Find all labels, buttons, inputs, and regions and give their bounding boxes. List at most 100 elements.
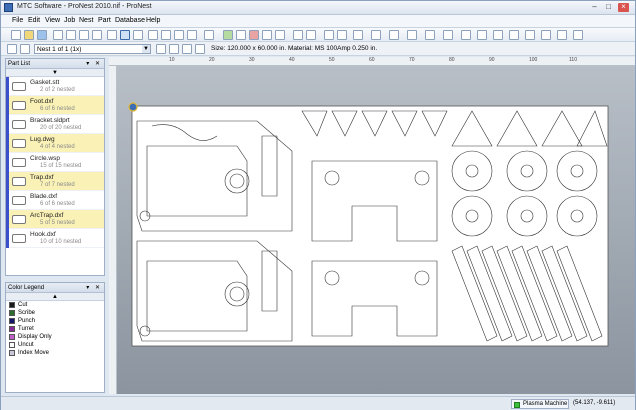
menu-view[interactable]: View [45, 17, 60, 24]
nest-view-icon[interactable] [120, 30, 130, 40]
tool-w-icon[interactable] [557, 30, 567, 40]
menu-database[interactable]: Database [115, 17, 145, 24]
panel-controls-icon[interactable]: ▾ ✕ [86, 283, 102, 293]
part-status-bar [6, 172, 9, 191]
cursor-coordinates: (54.137, -9.611) [573, 400, 616, 406]
menu-edit[interactable]: Edit [28, 17, 40, 24]
prev-nest-icon[interactable] [7, 44, 17, 54]
open-icon[interactable] [24, 30, 34, 40]
save-icon[interactable] [37, 30, 47, 40]
part-list-item[interactable]: Bracket.sldprt 20 of 20 nested [6, 115, 104, 134]
tool-u-icon[interactable] [525, 30, 535, 40]
part-status-bar [6, 77, 9, 96]
part-thumbnail-icon [12, 215, 26, 224]
zoom-extents-icon[interactable] [187, 30, 197, 40]
print-icon[interactable] [53, 30, 63, 40]
legend-item: Turret [6, 325, 104, 333]
part-nested-count: 20 of 20 nested [40, 125, 82, 131]
tool-x-icon[interactable] [573, 30, 583, 40]
menu-help[interactable]: Help [146, 17, 160, 24]
nest-tool-b-icon[interactable] [169, 44, 179, 54]
ruler-tick-label: 20 [209, 57, 215, 63]
vertical-ruler [109, 66, 117, 394]
tool-c-icon[interactable] [236, 30, 246, 40]
tool-j-icon[interactable] [337, 30, 347, 40]
legend-label: Index Move [18, 350, 50, 356]
menu-part[interactable]: Part [98, 17, 111, 24]
tool-t-icon[interactable] [509, 30, 519, 40]
part-list-item[interactable]: Trap.dxf 7 of 7 nested [6, 172, 104, 191]
tool-l-icon[interactable] [371, 30, 381, 40]
part-nested-count: 6 of 6 nested [40, 106, 75, 112]
part-list-item[interactable]: Blade.dxf 6 of 6 nested [6, 191, 104, 210]
part-list-item[interactable]: Hook.dxf 10 of 10 nested [6, 229, 104, 248]
ruler-tick-label: 110 [569, 57, 577, 63]
part-nested-count: 10 of 10 nested [40, 239, 82, 245]
legend-label: Display Only [18, 334, 52, 340]
tool-d-icon[interactable] [249, 30, 259, 40]
next-nest-icon[interactable] [20, 44, 30, 54]
part-thumbnail-icon [12, 196, 26, 205]
tool-b-icon[interactable] [223, 30, 233, 40]
copy-icon[interactable] [79, 30, 89, 40]
close-icon[interactable]: × [618, 3, 629, 12]
menu-job[interactable]: Job [64, 17, 75, 24]
zoom-out-icon[interactable] [161, 30, 171, 40]
tool-g-icon[interactable] [293, 30, 303, 40]
minimize-icon[interactable]: – [589, 3, 600, 12]
window-title: MTC Software - ProNest 2010.nif - ProNes… [17, 3, 152, 10]
tool-p-icon[interactable] [443, 30, 453, 40]
tool-q-icon[interactable] [461, 30, 471, 40]
tool-m-icon[interactable] [389, 30, 399, 40]
machine-indicator[interactable]: Plasma Machine [511, 399, 569, 409]
nest-tool-a-icon[interactable] [156, 44, 166, 54]
tool-n-icon[interactable] [407, 30, 417, 40]
part-status-bar [6, 191, 9, 210]
select-icon[interactable] [107, 30, 117, 40]
paste-icon[interactable] [92, 30, 102, 40]
collapse-toggle[interactable]: ▲ [6, 293, 104, 301]
tool-h-icon[interactable] [306, 30, 316, 40]
legend-swatch [9, 350, 15, 356]
tool-v-icon[interactable] [541, 30, 551, 40]
nest-drawing[interactable] [117, 66, 635, 394]
part-list-item[interactable]: Foot.dxf 6 of 6 nested [6, 96, 104, 115]
new-icon[interactable] [11, 30, 21, 40]
tool-e-icon[interactable] [262, 30, 272, 40]
part-list-item[interactable]: Circle.wsp 15 of 15 nested [6, 153, 104, 172]
chevron-down-icon[interactable]: ▼ [142, 45, 150, 53]
nest-selector[interactable]: Nest 1 of 1 (1x) ▼ [34, 44, 151, 54]
part-name: Foot.dxf [30, 98, 54, 105]
tool-s-icon[interactable] [493, 30, 503, 40]
nest-tool-c-icon[interactable] [182, 44, 192, 54]
collapse-toggle[interactable]: ▼ [6, 69, 104, 77]
maximize-icon[interactable]: □ [603, 3, 614, 12]
tool-f-icon[interactable] [275, 30, 285, 40]
color-legend-title: Color Legend [8, 285, 45, 291]
part-list-item[interactable]: Lug.dwg 4 of 4 nested [6, 134, 104, 153]
fit-icon[interactable] [133, 30, 143, 40]
panel-controls-icon[interactable]: ▾ ✕ [86, 59, 102, 69]
menu-file[interactable]: File [12, 17, 23, 24]
ruler-tick-label: 60 [369, 57, 375, 63]
tool-o-icon[interactable] [425, 30, 435, 40]
tool-a-icon[interactable] [204, 30, 214, 40]
menu-nest[interactable]: Nest [79, 17, 93, 24]
machine-name: Plasma Machine [523, 401, 568, 407]
part-list-item[interactable]: Gasket.stt 2 of 2 nested [6, 77, 104, 96]
part-list-header: Part List ▾ ✕ [6, 59, 104, 69]
part-nested-count: 5 of 5 nested [40, 220, 75, 226]
nest-tool-d-icon[interactable] [195, 44, 205, 54]
legend-label: Scribe [18, 310, 36, 316]
part-list-item[interactable]: ArcTrap.dxf 5 of 5 nested [6, 210, 104, 229]
tool-i-icon[interactable] [324, 30, 334, 40]
tool-r-icon[interactable] [477, 30, 487, 40]
ruler-tick-label: 90 [489, 57, 495, 63]
part-name: Gasket.stt [30, 79, 60, 86]
part-thumbnail-icon [12, 177, 26, 186]
cut-icon[interactable] [66, 30, 76, 40]
zoom-window-icon[interactable] [174, 30, 184, 40]
tool-k-icon[interactable] [353, 30, 363, 40]
zoom-in-icon[interactable] [148, 30, 158, 40]
legend-swatch [9, 302, 15, 308]
